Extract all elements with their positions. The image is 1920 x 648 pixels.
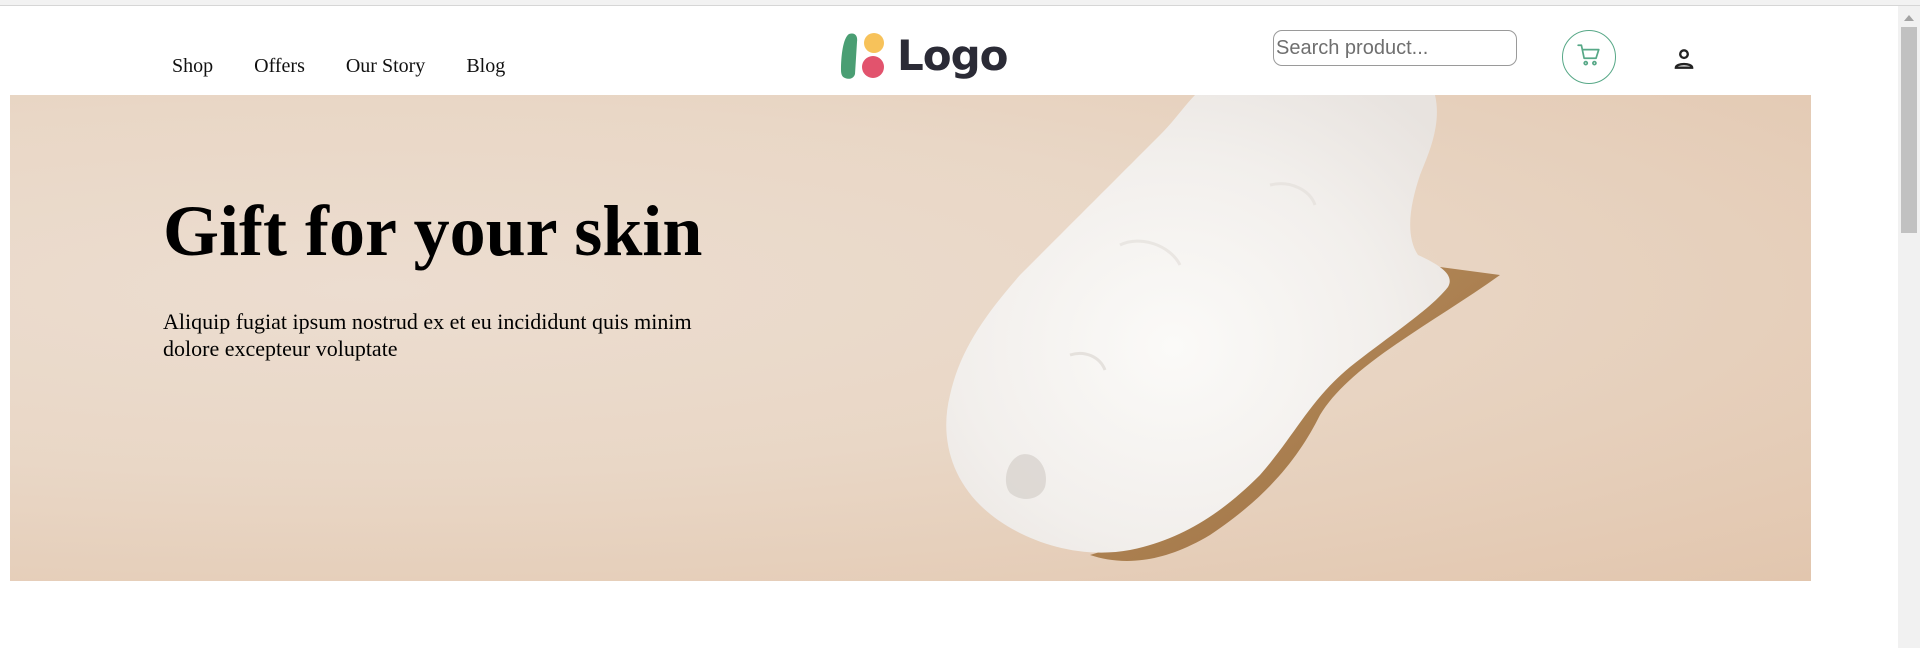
shopping-cart-icon: [1576, 42, 1602, 73]
user-account-button[interactable]: [1671, 46, 1697, 72]
nav-link-offers[interactable]: Offers: [254, 55, 305, 78]
search-input[interactable]: [1273, 30, 1517, 66]
logo-icon: [839, 30, 891, 82]
hero-subtitle: Aliquip fugiat ipsum nostrud ex et eu in…: [163, 309, 692, 361]
nav-link-blog[interactable]: Blog: [466, 55, 505, 78]
page: Shop Offers Our Story Blog Logo Search p…: [0, 6, 1898, 648]
scrollbar-thumb[interactable]: [1901, 27, 1917, 233]
nav-link-shop[interactable]: Shop: [172, 55, 213, 78]
main-nav: Shop Offers Our Story Blog: [172, 55, 546, 78]
hero-title: Gift for your skin: [163, 191, 703, 271]
scroll-up-arrow-icon[interactable]: [1904, 15, 1914, 21]
nav-link-our-story[interactable]: Our Story: [346, 55, 425, 78]
user-icon: [1671, 49, 1697, 76]
logo-text: Logo: [897, 31, 1009, 80]
cart-button[interactable]: [1562, 30, 1616, 84]
hero-banner: Gift for your skin Aliquip fugiat ipsum …: [10, 95, 1811, 581]
brand-logo[interactable]: Logo: [839, 30, 1009, 82]
